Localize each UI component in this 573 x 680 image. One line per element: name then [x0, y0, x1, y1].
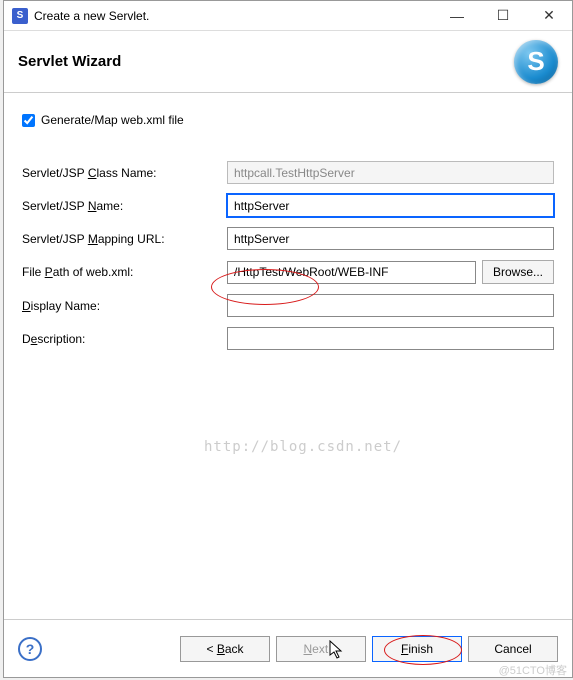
- app-icon: S: [12, 8, 28, 24]
- servlet-name-input[interactable]: [227, 194, 554, 217]
- webxml-path-label: File Path of web.xml:: [22, 265, 227, 279]
- titlebar-text: Create a new Servlet.: [34, 9, 434, 23]
- next-button: Next >: [276, 636, 366, 662]
- cancel-button[interactable]: Cancel: [468, 636, 558, 662]
- display-name-input[interactable]: [227, 294, 554, 317]
- dialog-window: S Create a new Servlet. — ☐ ✕ Servlet Wi…: [3, 0, 573, 678]
- webxml-path-input[interactable]: [227, 261, 476, 284]
- wizard-icon: S: [514, 40, 558, 84]
- wizard-title: Servlet Wizard: [18, 53, 514, 70]
- back-button[interactable]: < Back: [180, 636, 270, 662]
- watermark-text: http://blog.csdn.net/: [204, 439, 402, 455]
- servlet-name-label: Servlet/JSP Name:: [22, 199, 227, 213]
- form-content: Generate/Map web.xml file Servlet/JSP Cl…: [4, 93, 572, 619]
- maximize-button[interactable]: ☐: [480, 1, 526, 31]
- close-button[interactable]: ✕: [526, 1, 572, 31]
- wizard-footer: ? < Back Next > Finish Cancel: [4, 619, 572, 677]
- display-name-label: Display Name:: [22, 299, 227, 313]
- minimize-button[interactable]: —: [434, 1, 480, 31]
- finish-button[interactable]: Finish: [372, 636, 462, 662]
- description-input[interactable]: [227, 327, 554, 350]
- wizard-banner: Servlet Wizard S: [4, 31, 572, 93]
- titlebar: S Create a new Servlet. — ☐ ✕: [4, 1, 572, 31]
- generate-webxml-checkbox[interactable]: [22, 114, 35, 127]
- mapping-url-input[interactable]: [227, 227, 554, 250]
- class-name-label: Servlet/JSP Class Name:: [22, 166, 227, 180]
- description-label: Description:: [22, 332, 227, 346]
- browse-button[interactable]: Browse...: [482, 260, 554, 284]
- help-icon[interactable]: ?: [18, 637, 42, 661]
- generate-webxml-label: Generate/Map web.xml file: [41, 113, 184, 127]
- class-name-input: [227, 161, 554, 184]
- mapping-url-label: Servlet/JSP Mapping URL:: [22, 232, 227, 246]
